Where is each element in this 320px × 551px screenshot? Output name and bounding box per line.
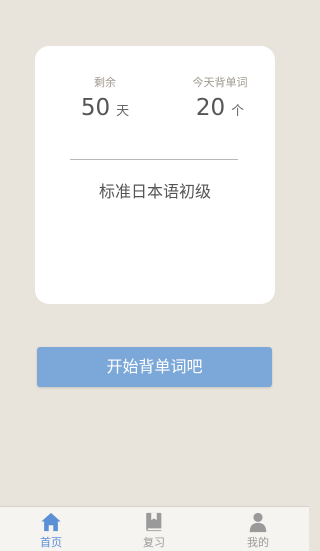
- tab-review[interactable]: 复习: [124, 511, 184, 550]
- remaining-days-number: 50: [80, 95, 111, 121]
- user-icon: [249, 512, 267, 533]
- today-words-label: 今天背单词: [192, 76, 248, 89]
- today-words-number: 20: [195, 95, 226, 121]
- today-words-stat: 今天背单词 20 个: [165, 76, 275, 122]
- tab-home[interactable]: 首页: [21, 511, 81, 550]
- start-studying-button[interactable]: 开始背单词吧: [37, 347, 272, 387]
- bottom-tab-bar: 首页 复习 我的: [0, 506, 309, 551]
- divider: [70, 159, 238, 160]
- tab-home-label: 首页: [40, 536, 62, 549]
- remaining-days-stat: 剩余 50 天: [55, 76, 155, 122]
- home-icon: [41, 512, 61, 532]
- book-title[interactable]: 标准日本语初级: [35, 178, 275, 202]
- remaining-days-unit: 天: [116, 104, 130, 119]
- tab-mine-label: 我的: [247, 536, 269, 549]
- study-card: 剩余 50 天 今天背单词 20 个 标准日本语初级: [35, 46, 275, 304]
- today-words-unit: 个: [231, 104, 245, 119]
- remaining-days-label: 剩余: [94, 76, 116, 89]
- today-words-value-row: 20 个: [165, 94, 275, 122]
- remaining-days-value-row: 50 天: [55, 94, 155, 122]
- tab-mine[interactable]: 我的: [228, 511, 288, 550]
- book-icon: [146, 512, 162, 532]
- tab-review-label: 复习: [143, 536, 165, 549]
